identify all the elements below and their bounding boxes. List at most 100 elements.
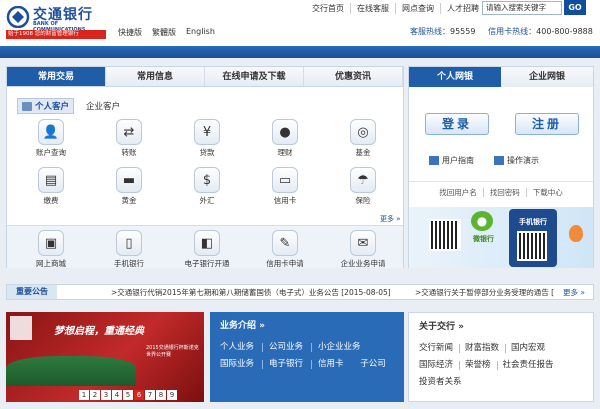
banner-page[interactable]: 3 — [101, 390, 111, 400]
tab-business-customer[interactable]: 企业客户 — [86, 98, 120, 114]
csr-report-link[interactable]: 社会责任报告 — [503, 361, 560, 370]
grid-item-forex[interactable]: $ 外汇 — [177, 167, 237, 206]
find-password-link[interactable]: 找回密码 — [484, 188, 527, 197]
card-apply-icon: ✎ — [272, 230, 298, 256]
international-economy-link[interactable]: 国际经济 — [419, 361, 461, 370]
promo-banner[interactable]: 梦想启程，重通经典 2015交通银行杯斯诺克世界公开赛 1 2 3 4 5 6 … — [6, 312, 204, 402]
small-business-link[interactable]: 小企业业务 — [318, 343, 369, 352]
domestic-macro-link[interactable]: 国内宏观 — [511, 344, 551, 353]
search-button[interactable]: GO — [564, 0, 586, 15]
honors-link[interactable]: 荣誉榜 — [465, 361, 498, 370]
search-input[interactable]: 请输入搜索关键字 — [482, 1, 562, 15]
banner-page-active[interactable]: 6 — [134, 390, 144, 400]
international-business-link[interactable]: 国际业务 — [220, 360, 264, 369]
banner-page[interactable]: 9 — [167, 390, 177, 400]
mobile-banking-promo[interactable]: ● 微银行 手机银行 — [409, 207, 593, 268]
about-panel: 关于交行 » 交行新闻 财富指数 国内宏观 国际经济 荣誉榜 社会责任报告 投资者关系 — [408, 312, 594, 402]
announcement-title: 重要公告 — [7, 285, 57, 299]
tab-personal-customer[interactable]: 个人客户 — [17, 98, 75, 114]
piggy-bank-icon: ● — [272, 119, 298, 145]
loan-icon: ¥ — [194, 119, 220, 145]
credit-card-link[interactable]: 信用卡 — [318, 360, 352, 369]
banner-page[interactable]: 8 — [156, 390, 166, 400]
home-link[interactable]: 交行首页 — [306, 3, 351, 14]
transfer-icon: ⇄ — [116, 119, 142, 145]
transactions-more-link[interactable]: 更多 » — [380, 214, 401, 224]
investor-relations-link[interactable]: 投资者关系 — [419, 378, 468, 387]
card-hotline-number: 400-800-9888 — [536, 27, 593, 36]
wealth-index-link[interactable]: 财富指数 — [465, 344, 507, 353]
announcement-bar: 重要公告 >交通银行代销2015年第七期和第八期储蓄国债（电子式）业务公告 [2… — [6, 284, 594, 300]
branch-search-link[interactable]: 网点查询 — [396, 3, 441, 14]
announcement-item[interactable]: >交通银行关于暂停部分业务受理的通告 [ — [415, 287, 557, 298]
user-guide-link[interactable]: 用户指南 — [429, 155, 474, 166]
tab-personal-ebank[interactable]: 个人网银 — [409, 67, 501, 87]
shopping-bag-icon: ▣ — [38, 230, 64, 256]
tab-promotions[interactable]: 优惠资讯 — [304, 67, 403, 86]
personal-business-link[interactable]: 个人业务 — [220, 343, 264, 352]
banner-page[interactable]: 7 — [145, 390, 155, 400]
about-title[interactable]: 关于交行 » — [419, 319, 464, 332]
register-button[interactable]: 注册 — [515, 113, 579, 135]
app-item-card-apply[interactable]: ✎ 信用卡申请 — [255, 230, 315, 269]
business-intro-title[interactable]: 业务介绍 » — [220, 318, 265, 331]
gold-bar-icon: ▬ — [116, 167, 142, 193]
careers-link[interactable]: 人才招聘 — [441, 3, 485, 14]
app-label: 企业业务申请 — [340, 259, 386, 268]
tab-online-apply[interactable]: 在线申请及下载 — [205, 67, 304, 86]
corporate-business-link[interactable]: 公司业务 — [269, 343, 313, 352]
download-center-link[interactable]: 下载中心 — [527, 188, 569, 197]
tab-corporate-ebank[interactable]: 企业网银 — [501, 67, 593, 87]
find-username-link[interactable]: 找回用户名 — [433, 188, 484, 197]
news-link[interactable]: 交行新闻 — [419, 344, 461, 353]
grid-item-fund[interactable]: ◎ 基金 — [333, 119, 393, 158]
grid-item-credit-card[interactable]: ▭ 信用卡 — [255, 167, 315, 206]
bank-logo[interactable]: 交通银行 BANK OF COMMUNICATIONS 始于1908 您的财富管… — [6, 4, 106, 40]
banner-page[interactable]: 4 — [112, 390, 122, 400]
header: 交通银行 BANK OF COMMUNICATIONS 始于1908 您的财富管… — [0, 0, 600, 46]
umbrella-icon: ☂ — [350, 167, 376, 193]
ebanking-icon: ◧ — [194, 230, 220, 256]
tab-common-transactions[interactable]: 常用交易 — [7, 67, 106, 86]
announcement-item[interactable]: >交通银行代销2015年第七期和第八期储蓄国债（电子式）业务公告 [2015-0… — [111, 287, 401, 298]
grid-label: 账户查询 — [36, 148, 66, 157]
person-icon — [22, 101, 32, 111]
app-item-business-apply[interactable]: ✉ 企业业务申请 — [333, 230, 393, 269]
grid-item-transfer[interactable]: ⇄ 转账 — [99, 119, 159, 158]
grid-label: 贷款 — [199, 148, 215, 157]
ebanking-link[interactable]: 电子银行 — [269, 360, 313, 369]
app-label: 手机银行 — [114, 259, 144, 268]
app-item-ebanking-open[interactable]: ◧ 电子银行开通 — [177, 230, 237, 269]
online-service-link[interactable]: 在线客服 — [351, 3, 396, 14]
grid-label: 外汇 — [199, 196, 215, 205]
quick-version-link[interactable]: 快捷版 — [118, 27, 142, 38]
grid-item-loan[interactable]: ¥ 贷款 — [177, 119, 237, 158]
grid-item-wealth[interactable]: ● 理财 — [255, 119, 315, 158]
credit-card-icon: ▭ — [272, 167, 298, 193]
app-item-online-mall[interactable]: ▣ 网上商城 — [21, 230, 81, 269]
traditional-version-link[interactable]: 繁體版 — [152, 27, 176, 38]
banner-page[interactable]: 1 — [79, 390, 89, 400]
grid-item-account-query[interactable]: 👤 账户查询 — [21, 119, 81, 158]
login-button[interactable]: 登录 — [425, 113, 489, 135]
banner-page[interactable]: 2 — [90, 390, 100, 400]
hotline: 客服热线：95559 信用卡热线：400-800-9888 — [410, 26, 593, 37]
grid-item-gold[interactable]: ▬ 黄金 — [99, 167, 159, 206]
business-links: 个人业务 公司业务 小企业业务 国际业务 电子银行 信用卡 子公司 — [220, 339, 400, 373]
demo-link[interactable]: 操作演示 — [494, 155, 539, 166]
subsidiaries-link[interactable]: 子公司 — [360, 360, 394, 369]
guide-links: 用户指南 操作演示 — [429, 155, 539, 166]
business-apply-icon: ✉ — [350, 230, 376, 256]
app-label: 网上商城 — [36, 259, 66, 268]
grid-item-payment[interactable]: ▤ 缴费 — [21, 167, 81, 206]
english-version-link[interactable]: English — [186, 27, 215, 38]
grid-label: 信用卡 — [273, 196, 297, 205]
app-item-mobile-banking[interactable]: ▯ 手机银行 — [99, 230, 159, 269]
banner-page[interactable]: 5 — [123, 390, 133, 400]
grid-item-insurance[interactable]: ☂ 保险 — [333, 167, 393, 206]
app-label: 电子银行开通 — [184, 259, 230, 268]
announcement-more-link[interactable]: 更多 » — [563, 287, 585, 298]
customer-tabs: 个人客户 企业客户 — [17, 98, 120, 114]
tab-common-info[interactable]: 常用信息 — [106, 67, 205, 86]
grid-label: 基金 — [355, 148, 371, 157]
